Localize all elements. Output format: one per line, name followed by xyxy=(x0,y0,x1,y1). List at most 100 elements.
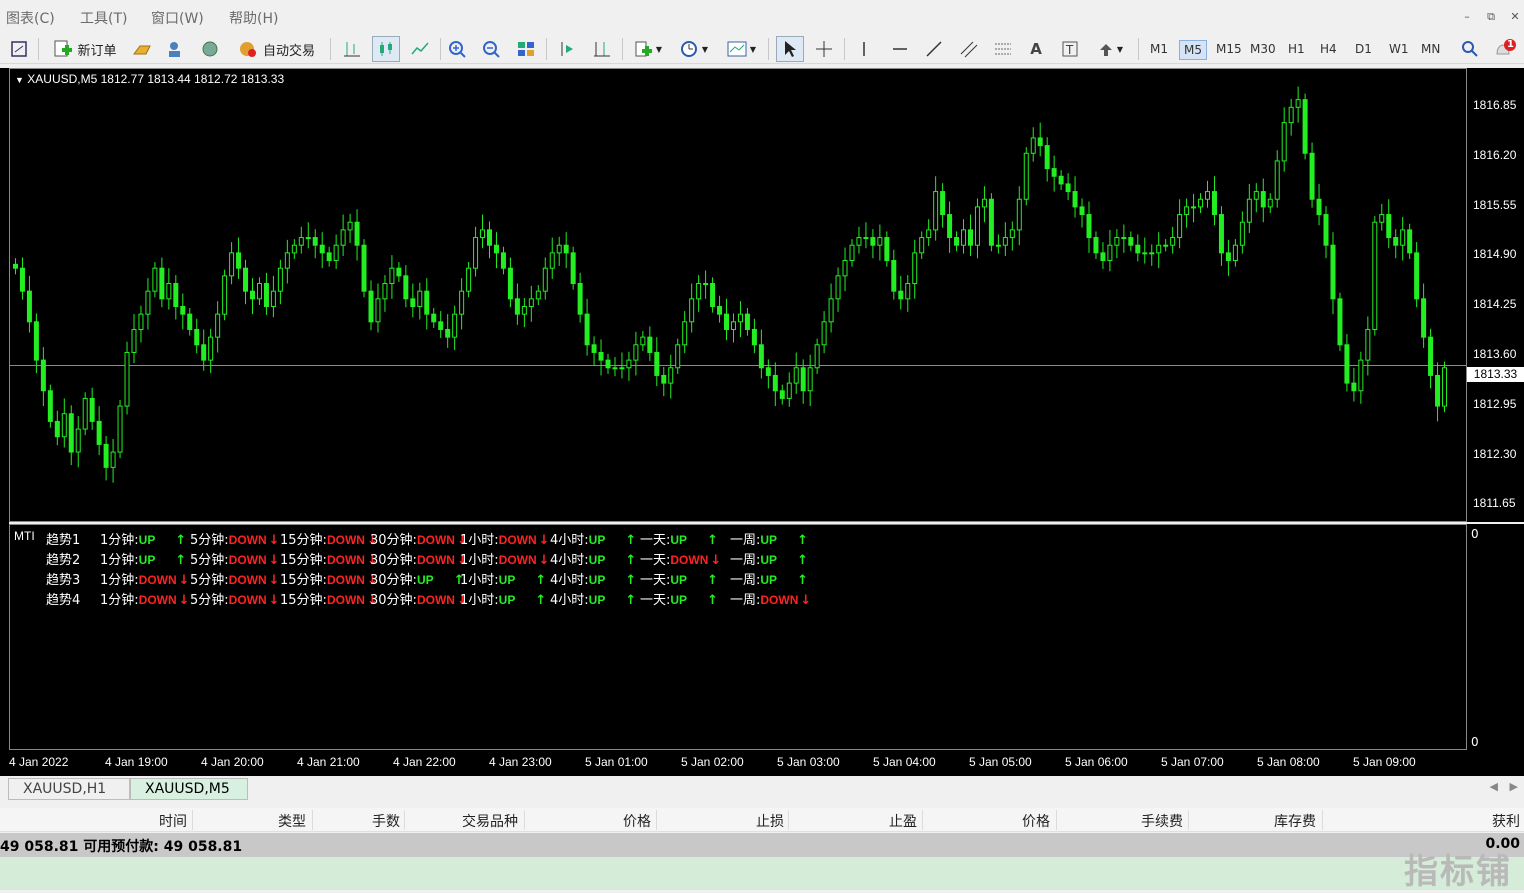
arrows-dropdown[interactable]: ▼ xyxy=(1092,36,1128,62)
column-price-current[interactable]: 价格 xyxy=(1022,811,1050,831)
trendline-button[interactable] xyxy=(922,36,946,62)
trend-cell: 一周:DOWN ↓ xyxy=(730,589,811,608)
trend-cell: 30分钟:UP ↑ xyxy=(370,569,465,588)
candle-body xyxy=(96,420,102,445)
candle-body xyxy=(1198,198,1204,208)
candle xyxy=(89,387,95,430)
data-window-button[interactable] xyxy=(164,36,188,62)
candle-body xyxy=(647,336,653,353)
candle-body xyxy=(933,191,939,231)
restore-icon[interactable]: ⧉ xyxy=(1482,8,1500,26)
candle-body xyxy=(82,397,88,430)
autoscroll-button[interactable] xyxy=(556,36,580,62)
tabs-scroll-right-icon[interactable]: ▶ xyxy=(1510,780,1518,793)
candle-body xyxy=(779,390,785,399)
timeframe-mn[interactable]: MN xyxy=(1417,40,1444,58)
time-scale[interactable]: 4 Jan 2022 4 Jan 19:00 4 Jan 20:00 4 Jan 21… xyxy=(0,750,1524,776)
periods-dropdown[interactable]: ▼ xyxy=(676,36,712,62)
candle-body xyxy=(612,367,618,370)
candle-body xyxy=(1107,244,1113,262)
timeframe-h1[interactable]: H1 xyxy=(1284,40,1309,58)
crosshair-button[interactable] xyxy=(812,36,836,62)
candle-body xyxy=(633,344,639,361)
candle xyxy=(1121,224,1127,253)
tab-xauusd-h1[interactable]: XAUUSD,H1 xyxy=(8,778,130,800)
trend-direction: UP xyxy=(138,553,156,567)
equidistant-channel-button[interactable] xyxy=(956,36,982,62)
text-button[interactable]: A xyxy=(1024,36,1048,62)
column-lots[interactable]: 手数 xyxy=(372,811,400,831)
indicators-dropdown[interactable]: ▼ xyxy=(630,36,666,62)
chart-shift-button[interactable] xyxy=(590,36,614,62)
candle xyxy=(514,283,520,325)
menu-help[interactable]: 帮助(H) xyxy=(229,8,278,28)
column-profit[interactable]: 获利 xyxy=(1492,811,1520,831)
notifications-button[interactable]: 1 xyxy=(1492,36,1520,62)
timeframe-w1[interactable]: W1 xyxy=(1385,40,1413,58)
zoom-out-button[interactable] xyxy=(480,36,504,62)
column-swap[interactable]: 库存费 xyxy=(1274,811,1316,831)
minimize-icon[interactable]: – xyxy=(1458,8,1476,26)
column-price[interactable]: 价格 xyxy=(623,811,651,831)
horizontal-line-button[interactable] xyxy=(888,36,912,62)
search-button[interactable] xyxy=(1458,36,1482,62)
cursor-button[interactable] xyxy=(776,36,804,62)
candle xyxy=(988,193,994,252)
candle xyxy=(319,232,325,269)
bar-chart-button[interactable] xyxy=(340,36,364,62)
candle-body xyxy=(466,267,472,292)
new-order-button[interactable]: 新订单 xyxy=(48,36,122,62)
column-symbol[interactable]: 交易品种 xyxy=(462,811,518,831)
templates-dropdown[interactable]: ▼ xyxy=(722,36,760,62)
market-watch-button[interactable] xyxy=(130,36,154,62)
trend-cell: 5分钟:DOWN ↓ xyxy=(190,569,280,588)
candle-body xyxy=(1246,198,1252,223)
candle xyxy=(1100,242,1106,269)
candle-body xyxy=(1379,214,1385,223)
timeframe-d1[interactable]: D1 xyxy=(1351,40,1376,58)
candlestick-button[interactable] xyxy=(372,36,400,62)
tabs-scroll-left-icon[interactable]: ◀ xyxy=(1490,780,1498,793)
column-time[interactable]: 时间 xyxy=(159,811,187,831)
candle xyxy=(765,359,771,389)
fibonacci-button[interactable] xyxy=(990,36,1016,62)
candle xyxy=(1267,193,1273,214)
trend-direction: UP xyxy=(760,573,778,587)
auto-trading-button[interactable]: 自动交易 xyxy=(230,36,322,62)
candle-body xyxy=(668,367,674,384)
price-chart[interactable]: ▼ XAUUSD,M5 1812.77 1813.44 1812.72 1813… xyxy=(9,68,1467,522)
menu-tools[interactable]: 工具(T) xyxy=(80,8,127,28)
column-take-profit[interactable]: 止盈 xyxy=(889,811,917,831)
navigator-button[interactable] xyxy=(198,36,222,62)
column-commission[interactable]: 手续费 xyxy=(1141,811,1183,831)
timeframe-m30[interactable]: M30 xyxy=(1246,40,1280,58)
collapse-triangle-icon[interactable]: ▼ xyxy=(15,75,24,85)
timeframe-m5[interactable]: M5 xyxy=(1179,40,1207,60)
price-scale[interactable]: 1816.85 1816.20 1815.55 1814.90 1814.25 1813.… xyxy=(1467,68,1524,522)
timeframe-h4[interactable]: H4 xyxy=(1316,40,1341,58)
text-label-button[interactable]: T xyxy=(1058,36,1082,62)
candle xyxy=(528,285,534,322)
menu-chart[interactable]: 图表(C) xyxy=(6,8,55,28)
line-chart-button[interactable] xyxy=(408,36,432,62)
timeframe-m1[interactable]: M1 xyxy=(1146,40,1172,58)
timeframe-m15[interactable]: M15 xyxy=(1212,40,1246,58)
close-icon[interactable]: ✕ xyxy=(1506,8,1524,26)
arrow-up-icon: ↑ xyxy=(625,573,637,588)
zoom-in-button[interactable] xyxy=(446,36,470,62)
tile-windows-button[interactable] xyxy=(514,36,538,62)
vertical-line-button[interactable] xyxy=(852,36,876,62)
candle-body xyxy=(1225,252,1231,262)
mti-indicator-panel[interactable]: MTI 趋势1 1分钟:UP ↑ 5分钟:DOWN ↓ 15分钟:DOWN ↓ 30分钟:DO… xyxy=(9,524,1467,750)
candle xyxy=(947,201,953,253)
column-type[interactable]: 类型 xyxy=(278,811,306,831)
candle xyxy=(1358,351,1364,404)
trend-label: 趋势2 xyxy=(46,553,81,568)
candle-body xyxy=(863,237,869,240)
candle-body xyxy=(703,283,709,286)
column-stop-loss[interactable]: 止损 xyxy=(756,811,784,831)
menu-window[interactable]: 窗口(W) xyxy=(151,8,204,28)
tab-xauusd-m5[interactable]: XAUUSD,M5 xyxy=(130,778,248,800)
chart-properties-button[interactable] xyxy=(8,36,30,62)
symbol-info: ▼ XAUUSD,M5 1812.77 1813.44 1812.72 1813… xyxy=(15,72,284,86)
